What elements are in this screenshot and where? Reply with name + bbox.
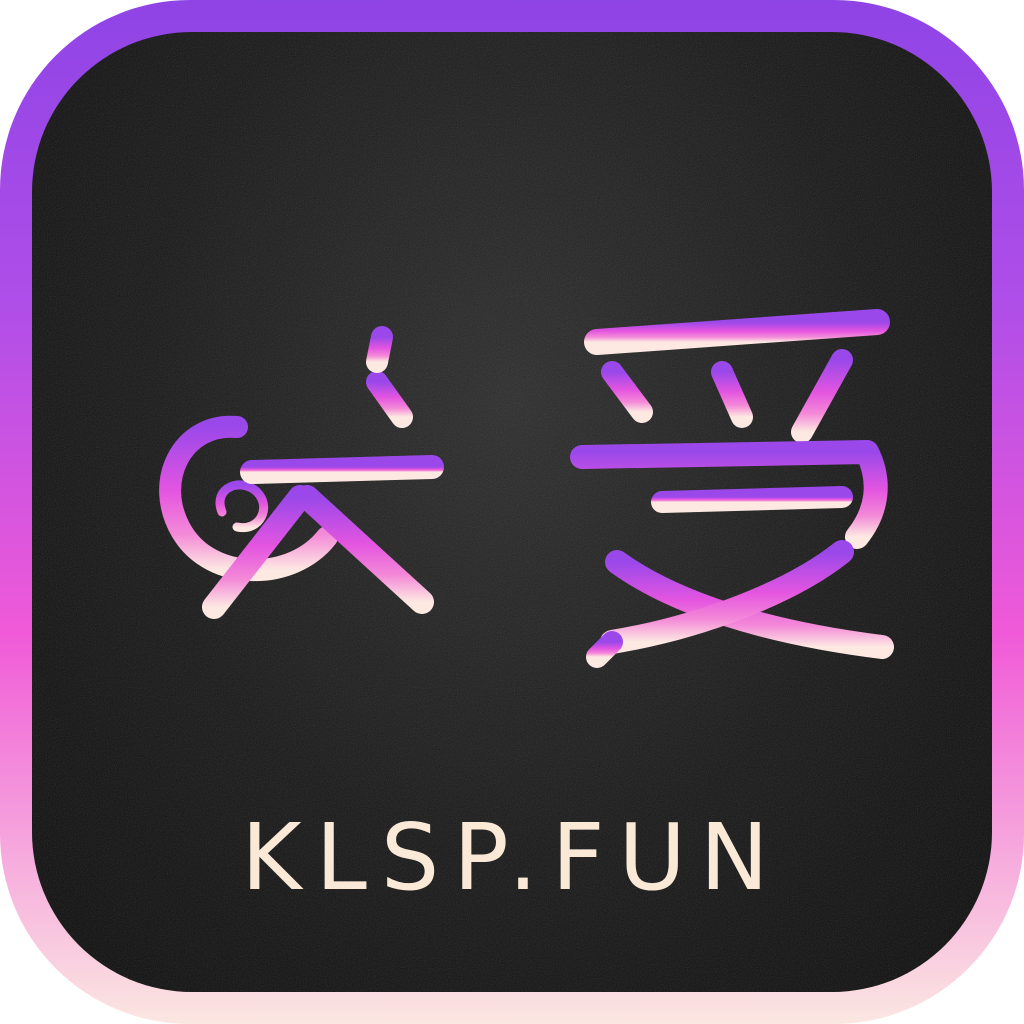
mi-ai-calligraphy-icon [142, 282, 922, 682]
domain-label: KLSP.FUN [241, 804, 783, 911]
app-icon-frame: KLSP.FUN [0, 0, 1024, 1024]
app-icon-background: KLSP.FUN [32, 32, 992, 992]
